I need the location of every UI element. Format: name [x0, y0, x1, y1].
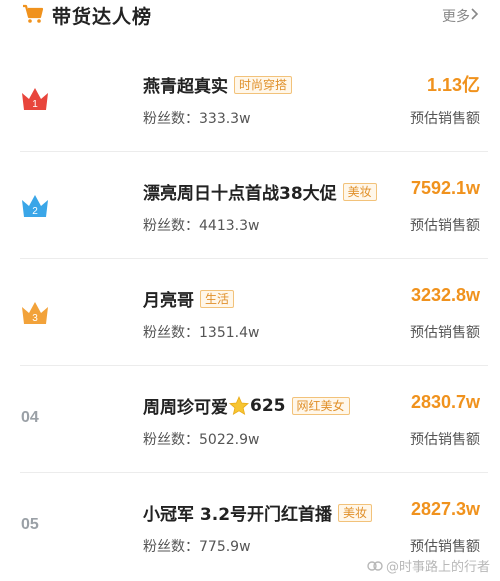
page-title: 带货达人榜: [52, 6, 153, 28]
watermark-text: @时事路上的行者: [385, 560, 490, 575]
star-icon: [229, 395, 249, 415]
fans-count: 粉丝数：775.9w: [143, 539, 251, 555]
crown-gold-red-icon: 1: [22, 88, 48, 110]
streamer-name-suffix: 625: [250, 395, 286, 416]
streamer-name[interactable]: 小冠军 3.2号开门红首播: [143, 500, 332, 525]
sales-amount-label: 预估销售额: [410, 111, 480, 127]
sales-amount: 3232.8w: [410, 285, 480, 305]
rank-number: 05: [21, 516, 39, 533]
sales-amount-label: 预估销售额: [410, 325, 480, 341]
list-item[interactable]: 3 月亮哥 生活 粉丝数：1351.4w 3232.8w 预估销售额: [0, 259, 500, 366]
watermark-logo-icon: [367, 560, 383, 571]
streamer-name[interactable]: 月亮哥: [143, 286, 194, 311]
streamer-name[interactable]: 燕青超真实: [143, 72, 228, 97]
fans-count: 粉丝数：4413.3w: [143, 218, 260, 234]
crown-rank: 3: [32, 313, 38, 324]
streamer-name[interactable]: 周周珍可爱: [143, 393, 228, 418]
cart-icon: [23, 4, 44, 23]
crown-rank: 1: [32, 99, 38, 110]
fans-count: 粉丝数：333.3w: [143, 111, 251, 127]
sales-amount-label: 预估销售额: [410, 218, 480, 234]
category-tag: 网红美女: [291, 396, 350, 415]
sales-amount: 2827.3w: [410, 499, 480, 519]
sales-amount: 7592.1w: [410, 178, 480, 198]
sales-amount-label: 预估销售额: [410, 432, 480, 448]
list-item[interactable]: 04 周周珍可爱 625 网红美女 粉丝数：5022.9w 2830.7w 预估…: [0, 366, 500, 473]
category-tag: 时尚穿搭: [234, 75, 293, 94]
watermark: @时事路上的行者: [367, 556, 490, 575]
fans-count: 粉丝数：5022.9w: [143, 432, 260, 448]
crown-orange-icon: 3: [22, 302, 48, 324]
chevron-right-icon[interactable]: [470, 7, 480, 21]
header: 带货达人榜 更多: [0, 0, 500, 36]
list-item[interactable]: 2 漂亮周日十点首战38大促 美妆 粉丝数：4413.3w 7592.1w 预估…: [0, 152, 500, 259]
sales-amount: 1.13亿: [426, 75, 480, 95]
sales-amount-label: 预估销售额: [410, 539, 480, 555]
streamer-name[interactable]: 漂亮周日十点首战38大促: [143, 179, 337, 204]
crown-rank: 2: [32, 206, 38, 217]
ranking-list: 1 燕青超真实 时尚穿搭 粉丝数：333.3w 1.13亿 预估销售额 2 漂亮…: [0, 45, 500, 580]
category-tag: 美妆: [338, 503, 373, 522]
sales-amount: 2830.7w: [410, 392, 480, 412]
crown-blue-icon: 2: [22, 195, 48, 217]
more-link[interactable]: 更多: [442, 6, 470, 26]
list-item[interactable]: 1 燕青超真实 时尚穿搭 粉丝数：333.3w 1.13亿 预估销售额: [0, 45, 500, 152]
fans-count: 粉丝数：1351.4w: [143, 325, 260, 341]
rank-number: 04: [21, 409, 39, 426]
category-tag: 美妆: [342, 182, 377, 201]
category-tag: 生活: [200, 289, 235, 308]
